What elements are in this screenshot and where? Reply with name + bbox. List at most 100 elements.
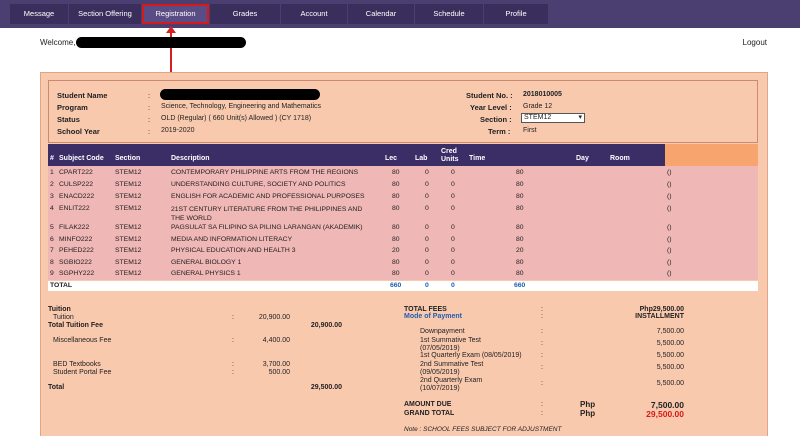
schedule-label: 2nd Summative Test (09/05/2019) <box>420 361 484 376</box>
subject-description: GENERAL BIOLOGY 1 <box>171 259 242 266</box>
subject-code: MINFO222 <box>59 236 93 243</box>
nav-section-offering[interactable]: Section Offering <box>69 4 141 24</box>
grand-total-label: GRAND TOTAL <box>404 410 455 417</box>
colon: : <box>148 115 151 124</box>
colon: : <box>541 401 543 408</box>
colon: : <box>232 314 234 321</box>
school-year-value: 2019-2020 <box>161 127 195 134</box>
logout-link[interactable]: Logout <box>743 38 767 47</box>
fees-note: Note : SCHOOL FEES SUBJECT FOR ADJUSTMEN… <box>404 426 562 433</box>
subject-code: FILAK222 <box>59 224 90 231</box>
colon: : <box>541 328 543 335</box>
redacted-student-name <box>160 89 320 100</box>
schedule-label: Downpayment <box>420 328 465 335</box>
room-value: () <box>667 181 672 188</box>
currency-label: Php <box>580 400 596 409</box>
nav-message[interactable]: Message <box>10 4 68 24</box>
status-label: Status <box>57 115 80 124</box>
lab-units: 0 <box>425 224 429 231</box>
subjects-table-header: # Subject Code Section Description Lec L… <box>48 144 665 166</box>
colon: : <box>541 313 543 320</box>
colon: : <box>148 127 151 136</box>
nav-schedule[interactable]: Schedule <box>415 4 483 24</box>
section-select[interactable]: STEM12 <box>521 113 585 123</box>
lab-units: 0 <box>425 169 429 176</box>
col-number: # <box>50 155 54 162</box>
total-time: 660 <box>514 282 526 289</box>
total-tuition-label: Total Tuition Fee <box>48 322 103 329</box>
nav-grades[interactable]: Grades <box>210 4 280 24</box>
total-label: TOTAL <box>50 282 73 289</box>
colon: : <box>541 306 543 313</box>
term-value: First <box>523 127 537 134</box>
colon: : <box>541 380 543 387</box>
colon: : <box>232 361 234 368</box>
lec-units: 80 <box>392 205 400 212</box>
student-info-box <box>48 80 758 143</box>
colon: : <box>148 103 151 112</box>
nav-account[interactable]: Account <box>281 4 347 24</box>
year-level-value: Grade 12 <box>523 103 553 110</box>
year-level-label: Year Level : <box>470 103 512 112</box>
lec-units: 20 <box>392 247 400 254</box>
lec-units: 80 <box>392 259 400 266</box>
student-no-value: 2018010005 <box>523 91 562 98</box>
colon: : <box>541 340 543 347</box>
schedule-amount: 5,500.00 <box>656 380 684 387</box>
colon: : <box>148 91 151 100</box>
room-value: () <box>667 169 672 176</box>
main-nav: Message Section Offering Registration Gr… <box>10 4 549 24</box>
subjects-table-body: 1 CPART222 STEM12 CONTEMPORARY PHILIPPIN… <box>48 166 758 280</box>
cred-units: 0 <box>451 270 455 277</box>
subject-description: ENGLISH FOR ACADEMIC AND PROFESSIONAL PU… <box>171 193 365 200</box>
lab-units: 0 <box>425 181 429 188</box>
section-select-value: STEM12 <box>524 114 552 121</box>
cred-units: 0 <box>451 247 455 254</box>
subject-section: STEM12 <box>115 247 142 254</box>
term-label: Term : <box>488 127 511 136</box>
cred-units: 0 <box>451 224 455 231</box>
nav-profile[interactable]: Profile <box>484 4 548 24</box>
total-fee-label: Total <box>48 384 65 391</box>
subject-description: PAGSULAT SA FILIPINO SA PILING LARANGAN … <box>171 224 363 231</box>
tuition-amount: 20,900.00 <box>258 314 290 321</box>
subject-code: ENLIT222 <box>59 205 90 212</box>
school-year-label: School Year <box>57 127 100 136</box>
lec-units: 80 <box>392 236 400 243</box>
subject-description: GENERAL PHYSICS 1 <box>171 270 241 277</box>
cred-units: 0 <box>451 259 455 266</box>
nav-calendar[interactable]: Calendar <box>348 4 414 24</box>
lec-units: 80 <box>392 224 400 231</box>
schedule-amount: 5,500.00 <box>656 340 684 347</box>
portal-fee-amount: 500.00 <box>268 369 290 376</box>
lab-units: 0 <box>425 205 429 212</box>
subject-section: STEM12 <box>115 236 142 243</box>
lec-units: 80 <box>392 181 400 188</box>
room-value: () <box>667 259 672 266</box>
lab-units: 0 <box>425 236 429 243</box>
room-value: () <box>667 205 672 212</box>
row-number: 9 <box>50 270 54 277</box>
nav-registration[interactable]: Registration <box>142 4 209 24</box>
status-value: OLD (Regular) ( 660 Unit(s) Allowed ) (C… <box>161 115 312 122</box>
subject-section: STEM12 <box>115 181 142 188</box>
currency-label: Php <box>580 409 596 418</box>
col-cred-units: Cred Units <box>441 148 459 163</box>
portal-fee-label: Student Portal Fee <box>53 369 112 376</box>
subject-description: CONTEMPORARY PHILIPPINE ARTS FROM THE RE… <box>171 169 359 176</box>
room-value: () <box>667 193 672 200</box>
col-day: Day <box>576 155 589 162</box>
redacted-username <box>76 37 246 48</box>
time-value: 20 <box>516 247 524 254</box>
total-fees-amount: Php29,500.00 <box>639 306 684 313</box>
subject-section: STEM12 <box>115 193 142 200</box>
subject-section: STEM12 <box>115 224 142 231</box>
schedule-amount: 7,500.00 <box>656 328 684 335</box>
colon: : <box>541 364 543 371</box>
row-number: 6 <box>50 236 54 243</box>
table-header-filler <box>665 144 758 166</box>
subject-description: PHYSICAL EDUCATION AND HEALTH 3 <box>171 247 296 254</box>
row-number: 3 <box>50 193 54 200</box>
cred-units: 0 <box>451 181 455 188</box>
subject-section: STEM12 <box>115 259 142 266</box>
